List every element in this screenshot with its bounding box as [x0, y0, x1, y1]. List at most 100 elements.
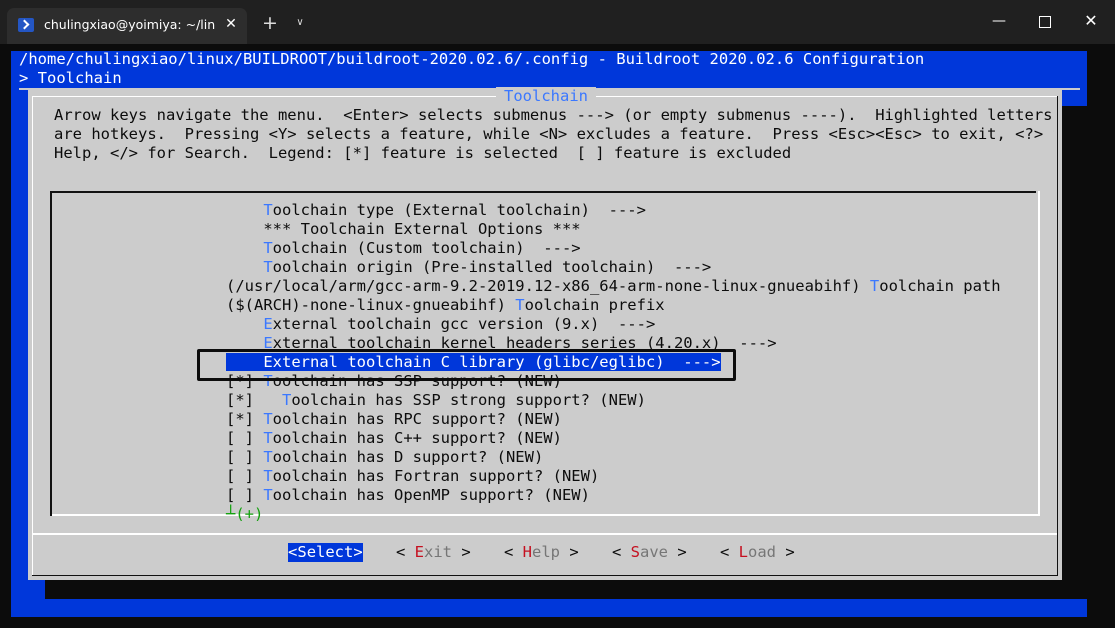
menu-box-border [50, 191, 52, 516]
button-bar: <Select> < Exit > < Help > < Save > < Load > [0, 543, 1115, 562]
menu-item[interactable]: *** Toolchain External Options *** [226, 220, 1026, 239]
button-close: > [452, 543, 471, 561]
menu-item[interactable]: [ ] Toolchain has OpenMP support? (NEW) [226, 486, 1026, 505]
menu-item-text: External toolchain gcc version (9.x) ---… [226, 315, 655, 333]
button-hotkey: S [297, 543, 307, 561]
menu-item-prefix: [*] [226, 410, 264, 428]
close-window-button[interactable]: ✕ [1068, 0, 1114, 44]
menu-item-label: oolchain has RPC support? (NEW) [272, 410, 562, 428]
highlight-annotation [197, 349, 736, 381]
terminal-tab[interactable]: chulingxiao@yoimiya: ~/linux ✕ [7, 8, 247, 44]
menu-item-label: oolchain has Fortran support? (NEW) [272, 467, 600, 485]
menu-item-hotkey: T [263, 201, 273, 219]
more-items-indicator: ┴(+) [226, 505, 264, 523]
menu-box-border [50, 191, 1036, 193]
button-hotkey: S [630, 543, 641, 561]
minimize-button[interactable]: — [976, 0, 1022, 44]
menu-item-hotkey: T [282, 391, 292, 409]
menu-item-label: oolchain origin (Pre-installed toolchain… [272, 258, 712, 276]
menu-item-hotkey: T [263, 467, 273, 485]
help-button[interactable]: < Help > [504, 543, 579, 562]
menu-item-label: oolchain type (External toolchain) ---> [272, 201, 646, 219]
maximize-button[interactable] [1022, 0, 1068, 44]
button-open: < [288, 543, 298, 561]
tab-dropdown-button[interactable]: ∨ [291, 13, 309, 33]
menu-item-hotkey: T [263, 239, 273, 257]
save-button[interactable]: < Save > [612, 543, 687, 562]
help-line: Arrow keys navigate the menu. <Enter> se… [54, 106, 1053, 124]
button-hotkey: E [414, 543, 425, 561]
button-close: > [353, 543, 363, 561]
button-close: > [776, 543, 795, 561]
menu-item-label: oolchain has D support? (NEW) [272, 448, 544, 466]
menu-box-border [52, 514, 1038, 516]
maximize-icon [1039, 15, 1051, 28]
menu-item-label: xternal toolchain gcc version (9.x) ---> [272, 315, 656, 333]
button-rest: oad [748, 543, 777, 561]
menu-item-text: Toolchain (Custom toolchain) ---> [226, 239, 581, 257]
menu-item[interactable]: [ ] Toolchain has Fortran support? (NEW) [226, 467, 1026, 486]
menu-item-hotkey: T [263, 410, 273, 428]
menu-item-label: oolchain has OpenMP support? (NEW) [272, 486, 590, 504]
button-open: < [720, 543, 739, 561]
menu-item-text: [*] Toolchain has RPC support? (NEW) [226, 410, 562, 428]
title-bar: chulingxiao@yoimiya: ~/linux ✕ + ∨ — ✕ [0, 0, 1115, 44]
menu-item[interactable]: [ ] Toolchain has D support? (NEW) [226, 448, 1026, 467]
menu-item-label: oolchain has SSP strong support? (NEW) [291, 391, 646, 409]
button-rest: xit [424, 543, 453, 561]
button-open: < [612, 543, 631, 561]
menu-item-label: oolchain has C++ support? (NEW) [272, 429, 562, 447]
load-button[interactable]: < Load > [720, 543, 795, 562]
tab-close-icon[interactable]: ✕ [221, 14, 241, 34]
button-close: > [560, 543, 579, 561]
menu-item[interactable]: Toolchain origin (Pre-installed toolchai… [226, 258, 1026, 277]
dialog-border [1057, 96, 1058, 576]
select-button[interactable]: <Select> [288, 543, 363, 562]
menu-item-text: (/usr/local/arm/gcc-arm-9.2-2019.12-x86_… [226, 277, 1001, 295]
menu-item-prefix [226, 201, 263, 219]
menu-item-hotkey: T [263, 429, 273, 447]
exit-button[interactable]: < Exit > [396, 543, 471, 562]
button-rest: elect [306, 543, 354, 561]
menu-item-prefix: [ ] [226, 448, 264, 466]
menu-item[interactable]: (/usr/local/arm/gcc-arm-9.2-2019.12-x86_… [226, 277, 1026, 296]
button-rest: ave [640, 543, 669, 561]
button-close: > [668, 543, 687, 561]
button-bar-divider [33, 533, 1057, 535]
menu-item-prefix [226, 315, 263, 333]
menu-item-text: [ ] Toolchain has C++ support? (NEW) [226, 429, 562, 447]
menu-item-prefix: [ ] [226, 429, 264, 447]
button-open: < [504, 543, 523, 561]
button-rest: elp [532, 543, 561, 561]
menu-item-label: oolchain path [879, 277, 1001, 295]
menu-item[interactable]: [*] Toolchain has RPC support? (NEW) [226, 410, 1026, 429]
powershell-icon [18, 18, 34, 32]
menu-item-label: oolchain (Custom toolchain) ---> [272, 239, 581, 257]
button-hotkey: H [522, 543, 533, 561]
new-tab-button[interactable]: + [259, 12, 281, 34]
menu-item-label: oolchain prefix [524, 296, 665, 314]
config-path: /home/chulingxiao/linux/BUILDROOT/buildr… [19, 50, 925, 68]
menu-item[interactable]: [*] Toolchain has SSP strong support? (N… [226, 391, 1026, 410]
menu-item-prefix: (/usr/local/arm/gcc-arm-9.2-2019.12-x86_… [226, 277, 870, 295]
menu-item-hotkey: T [263, 258, 273, 276]
menu-item-hotkey: T [263, 448, 273, 466]
menu-item-hotkey: T [515, 296, 525, 314]
menu-item-prefix: [*] [226, 391, 282, 409]
menu-item[interactable]: External toolchain gcc version (9.x) ---… [226, 315, 1026, 334]
help-line: are hotkeys. Pressing <Y> selects a feat… [54, 125, 1054, 143]
button-hotkey: L [738, 543, 749, 561]
menu-item[interactable]: ($(ARCH)-none-linux-gnueabihf) Toolchain… [226, 296, 1026, 315]
menu-item-prefix [226, 220, 263, 238]
menu-item[interactable]: Toolchain type (External toolchain) ---> [226, 201, 1026, 220]
help-line: Help, </> for Search. Legend: [*] featur… [54, 144, 792, 162]
menu-item-prefix [226, 239, 263, 257]
menu-item-prefix: [ ] [226, 467, 264, 485]
menu-item[interactable]: [ ] Toolchain has C++ support? (NEW) [226, 429, 1026, 448]
menu-item-prefix [226, 258, 263, 276]
menu-item-text: *** Toolchain External Options *** [226, 220, 580, 238]
menu-item[interactable]: Toolchain (Custom toolchain) ---> [226, 239, 1026, 258]
menu-item-hotkey: T [869, 277, 880, 295]
tab-title: chulingxiao@yoimiya: ~/linux [44, 17, 216, 32]
menu-item-hotkey: E [263, 315, 273, 333]
